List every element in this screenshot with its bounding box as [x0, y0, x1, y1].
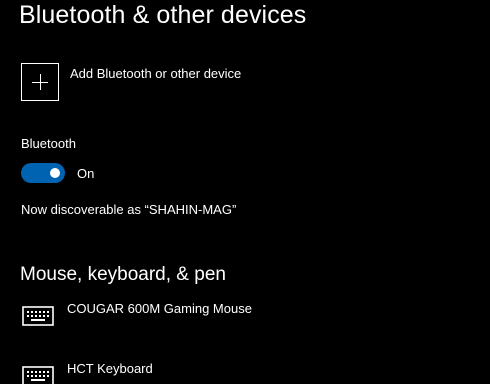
add-device-label: Add Bluetooth or other device: [70, 66, 242, 81]
discoverable-status: Now discoverable as “SHAHIN-MAG”: [21, 202, 237, 217]
bluetooth-settings-page: Bluetooth & other devices Add Bluetooth …: [0, 0, 490, 384]
bluetooth-label: Bluetooth: [21, 136, 76, 151]
device-name: HCT Keyboard: [67, 361, 153, 376]
bluetooth-toggle[interactable]: [21, 163, 65, 183]
device-item-cougar-mouse[interactable]: COUGAR 600M Gaming Mouse: [22, 301, 252, 326]
device-item-hct-keyboard[interactable]: HCT Keyboard: [22, 361, 153, 384]
mouse-keyboard-pen-heading: Mouse, keyboard, & pen: [20, 264, 226, 285]
keyboard-icon: [22, 366, 54, 384]
page-title: Bluetooth & other devices: [19, 1, 307, 29]
add-bluetooth-device-button[interactable]: Add Bluetooth or other device: [21, 63, 241, 101]
bluetooth-toggle-row: On: [21, 163, 94, 183]
bluetooth-state-label: On: [77, 165, 95, 181]
plus-icon: [21, 63, 59, 101]
device-name: COUGAR 600M Gaming Mouse: [67, 301, 252, 316]
keyboard-icon: [22, 306, 54, 326]
toggle-knob: [50, 168, 60, 178]
